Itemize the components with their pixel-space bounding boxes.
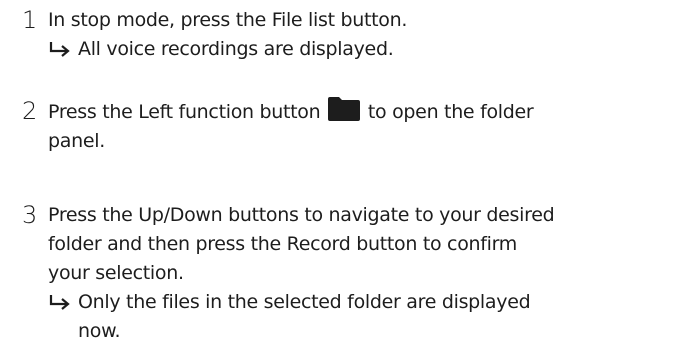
step-number: 1 [22,6,38,34]
step-text: Press the Up/Down buttons to navigate to… [48,204,555,226]
step-body: In stop mode, press the File list button… [48,6,668,64]
step-text-line: Press the Left function button to open t… [48,97,668,127]
step-text-after-icon: to open the folder [367,101,534,123]
result-text: now. [78,320,121,342]
result-arrow-icon [49,42,70,57]
step-result: Only the files in the selected folder ar… [48,288,668,346]
step-number: 3 [22,201,38,229]
folder-icon [328,97,361,121]
step-number: 2 [22,97,38,125]
step-result: All voice recordings are displayed. [48,35,668,64]
result-arrow-icon [49,295,70,310]
result-text: All voice recordings are displayed. [78,38,394,60]
step-body: Press the Up/Down buttons to navigate to… [48,201,668,346]
step-text: your selection. [48,262,184,284]
step-body: Press the Left function button to open t… [48,97,668,156]
step-text: folder and then press the Record button … [48,233,518,255]
step-text-before-icon: Press the Left function button [48,101,321,123]
result-text: Only the files in the selected folder ar… [78,291,531,313]
step-text: panel. [48,130,105,152]
step-text: In stop mode, press the File list button… [48,9,408,31]
